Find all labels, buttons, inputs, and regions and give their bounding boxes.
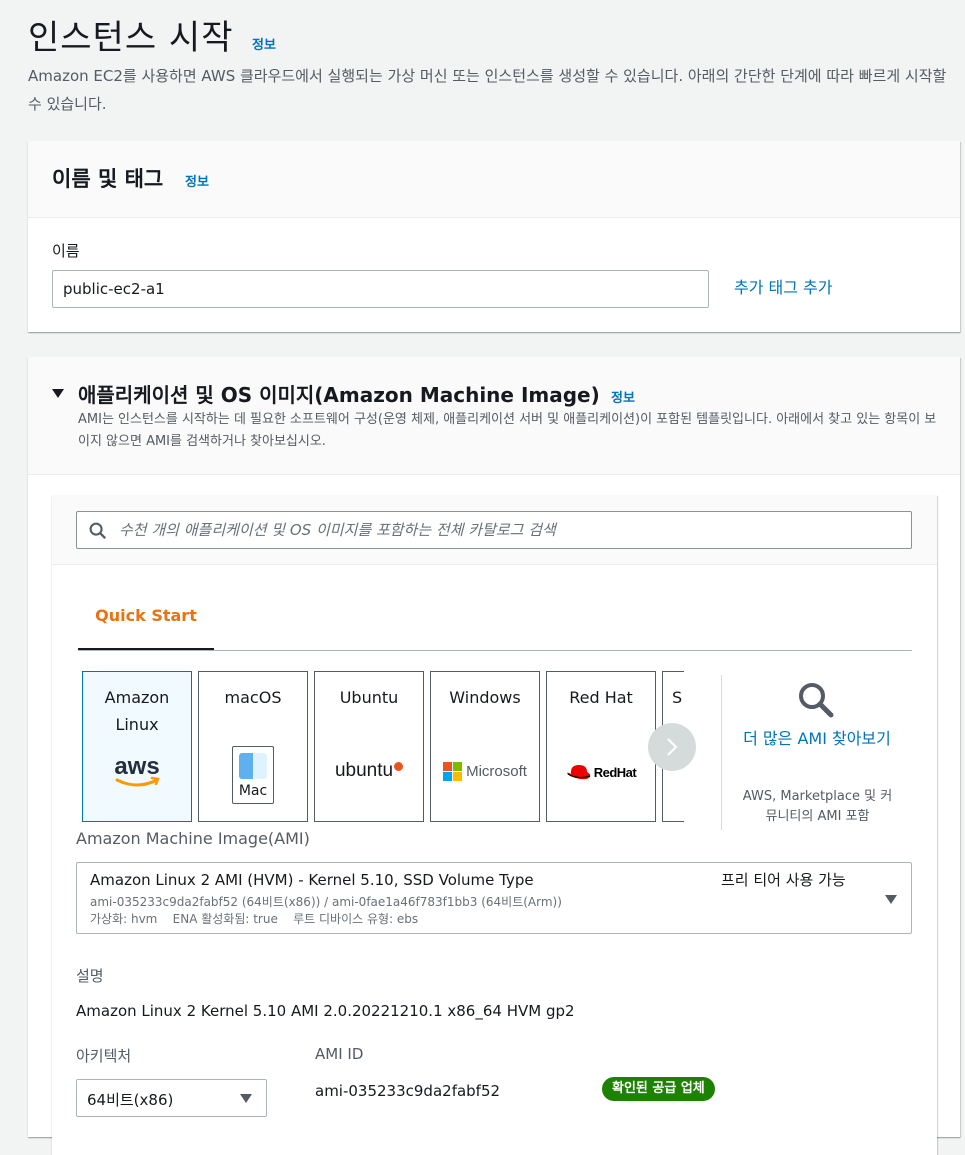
os-tile-redhat[interactable]: Red Hat RedHat [546, 671, 656, 822]
catalog-search-input[interactable] [117, 512, 897, 548]
os-tile-label: macOS [224, 688, 282, 707]
catalog-search-bar [52, 495, 937, 565]
os-tile-ubuntu[interactable]: Ubuntu ubuntu [314, 671, 424, 822]
mac-finder-icon: Mac [199, 746, 307, 804]
mac-logo-text: Mac [238, 783, 268, 799]
caret-down-icon [240, 1094, 252, 1103]
redhat-logo-icon: RedHat [547, 762, 655, 782]
verified-provider-badge: 확인된 공급 업체 [602, 1077, 715, 1101]
page-title: 인스턴스 시작 [28, 18, 234, 58]
browse-more-subtext: AWS, Marketplace 및 커뮤니티의 AMI 포함 [742, 789, 893, 824]
name-tags-header [28, 141, 960, 218]
ami-panel: 애플리케이션 및 OS 이미지(Amazon Machine Image) 정보… [28, 357, 960, 1155]
microsoft-logo-text: Microsoft [466, 763, 527, 780]
ami-id-label: AMI ID [315, 1045, 364, 1063]
os-tile-label: Amazon Linux [104, 688, 170, 734]
os-tile-amazon-linux[interactable]: Amazon Linux aws [82, 671, 192, 822]
collapse-caret-icon[interactable] [52, 389, 64, 398]
tabs-divider [78, 650, 912, 651]
browse-more-divider [721, 675, 722, 830]
redhat-logo-text: RedHat [593, 764, 637, 780]
os-tile-label: Windows [449, 688, 521, 707]
os-tile-label: S [672, 688, 683, 707]
selected-ami-attributes: 가상화: hvm ENA 활성화됨: true 루트 디바이스 유형: ebs [90, 912, 419, 926]
caret-down-icon [885, 895, 897, 904]
tiles-scroll-right-button[interactable] [648, 723, 696, 771]
name-input[interactable] [52, 270, 709, 308]
ubuntu-logo-icon: ubuntu [315, 760, 423, 782]
browse-more-search-icon[interactable] [797, 681, 835, 719]
aws-logo-icon: aws [83, 752, 191, 790]
ami-info-link[interactable]: 정보 [611, 387, 635, 406]
architecture-value: 64비트(x86) [87, 1091, 174, 1109]
catalog-search-box[interactable] [76, 511, 912, 549]
os-tile-strip: Amazon Linux aws macOS Mac Ubuntu ubuntu… [78, 665, 684, 825]
ami-catalog-container: Quick Start Amazon Linux aws macOS [52, 495, 937, 1155]
search-icon [89, 522, 106, 539]
ami-id-value: ami-035233c9da2fabf52 [315, 1082, 501, 1100]
selected-ami-name: Amazon Linux 2 AMI (HVM) - Kernel 5.10, … [90, 871, 534, 889]
os-tile-label: Ubuntu [339, 688, 399, 707]
architecture-label: 아키텍처 [76, 1047, 132, 1065]
chevron-right-icon [667, 738, 678, 756]
free-tier-label: 프리 티어 사용 가능 [721, 871, 846, 889]
name-label: 이름 [52, 242, 80, 260]
page-description: Amazon EC2를 사용하면 AWS 클라우드에서 실행되는 가상 머신 또… [28, 67, 947, 113]
architecture-select[interactable]: 64비트(x86) [76, 1079, 267, 1117]
add-tag-link[interactable]: 추가 태그 추가 [734, 274, 833, 298]
tab-quick-start[interactable]: Quick Start [78, 603, 214, 651]
page-info-link[interactable]: 정보 [252, 34, 276, 53]
ami-description-label: 설명 [76, 967, 104, 985]
os-tile-macos[interactable]: macOS Mac [198, 671, 308, 822]
ami-select[interactable]: Amazon Linux 2 AMI (HVM) - Kernel 5.10, … [76, 862, 912, 934]
name-tags-panel: 이름 및 태그 정보 이름 추가 태그 추가 [28, 141, 960, 332]
ami-select-label: Amazon Machine Image(AMI) [76, 829, 310, 848]
ami-title: 애플리케이션 및 OS 이미지(Amazon Machine Image) [78, 383, 600, 407]
browse-more-amis-link[interactable]: 더 많은 AMI 찾아보기 [742, 725, 892, 752]
microsoft-logo-icon: Microsoft [431, 762, 539, 781]
ubuntu-logo-text: ubuntu [334, 760, 394, 781]
selected-ami-ids: ami-035233c9da2fabf52 (64비트(x86)) / ami-… [90, 895, 562, 909]
name-tags-info-link[interactable]: 정보 [185, 171, 209, 190]
os-tile-label: Red Hat [569, 688, 633, 707]
aws-logo-text: aws [114, 753, 159, 780]
os-tile-windows[interactable]: Windows Microsoft [430, 671, 540, 822]
name-tags-title: 이름 및 태그 [52, 167, 164, 191]
ami-description-value: Amazon Linux 2 Kernel 5.10 AMI 2.0.20221… [76, 1002, 575, 1020]
ami-description: AMI는 인스턴스를 시작하는 데 필요한 소프트웨어 구성(운영 체제, 애플… [78, 412, 937, 449]
